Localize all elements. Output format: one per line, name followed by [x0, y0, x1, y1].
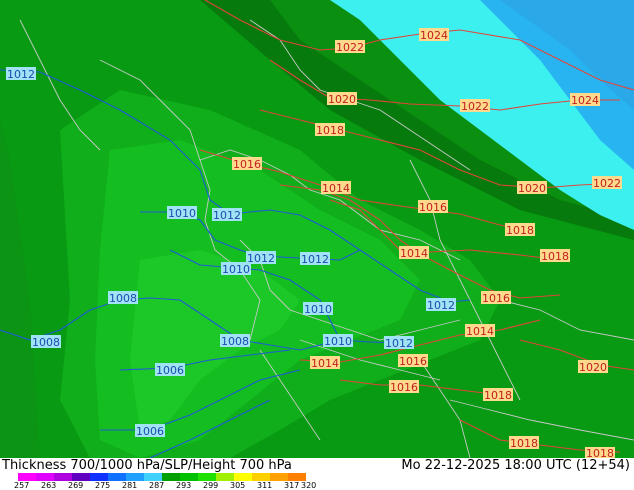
color-scale-tick-label: 293 — [176, 481, 192, 490]
slp-label-blue: 1010 — [222, 263, 250, 276]
color-scale-segment — [54, 473, 72, 481]
map-footer: Thickness 700/1000 hPa/SLP/Height 700 hP… — [0, 458, 634, 490]
slp-label-blue: 1012 — [385, 337, 413, 350]
color-scale-bar — [18, 473, 306, 481]
color-scale-segment — [36, 473, 54, 481]
color-scale-segment — [108, 473, 126, 481]
color-scale-segment — [288, 473, 306, 481]
slp-label-red: 1016 — [390, 381, 418, 394]
slp-label-blue: 1006 — [136, 425, 164, 438]
slp-label-red: 1020 — [579, 361, 607, 374]
forecast-datetime: Mo 22-12-2025 18:00 UTC (12+54) — [401, 458, 630, 473]
color-scale-tick-label: 305 — [230, 481, 246, 490]
color-scale-segment — [72, 473, 90, 481]
color-scale-segment — [234, 473, 252, 481]
slp-label-red: 1016 — [233, 158, 261, 171]
map-canvas: 1012 1010 1012 1010 1012 1012 1008 1008 … — [0, 0, 634, 458]
weather-map: 1012 1010 1012 1010 1012 1012 1008 1008 … — [0, 0, 634, 458]
slp-label-red: 1024 — [420, 29, 448, 42]
slp-label-blue: 1012 — [7, 68, 35, 81]
slp-label-red: 1018 — [586, 447, 614, 458]
slp-label-red: 1014 — [466, 325, 494, 338]
color-scale-segment — [252, 473, 270, 481]
color-scale-tick-label: 287 — [149, 481, 165, 490]
slp-label-blue: 1010 — [324, 335, 352, 348]
slp-label-blue: 1012 — [301, 253, 329, 266]
color-scale-segment — [144, 473, 162, 481]
slp-label-blue: 1006 — [156, 364, 184, 377]
slp-label-blue: 1010 — [304, 303, 332, 316]
color-scale-tick-label: 320 — [301, 481, 317, 490]
slp-label-red: 1014 — [400, 247, 428, 260]
color-scale-segment — [270, 473, 288, 481]
slp-label-red: 1022 — [336, 41, 364, 54]
slp-label-blue: 1008 — [32, 336, 60, 349]
slp-label-red: 1018 — [541, 250, 569, 263]
color-scale-tick-label: 317 — [284, 481, 300, 490]
slp-label-red: 1018 — [506, 224, 534, 237]
slp-label-red: 1014 — [311, 357, 339, 370]
slp-label-red: 1016 — [419, 201, 447, 214]
slp-label-red: 1018 — [510, 437, 538, 450]
color-scale-tick-label: 263 — [41, 481, 57, 490]
slp-label-red: 1018 — [484, 389, 512, 402]
slp-label-red: 1018 — [316, 124, 344, 137]
slp-label-red: 1014 — [322, 182, 350, 195]
slp-label-blue: 1012 — [247, 252, 275, 265]
slp-label-red: 1022 — [593, 177, 621, 190]
color-scale-segment — [18, 473, 36, 481]
color-scale-tick-label: 311 — [257, 481, 273, 490]
slp-label-red: 1020 — [328, 93, 356, 106]
slp-label-red: 1020 — [518, 182, 546, 195]
color-scale-segment — [198, 473, 216, 481]
color-scale-segment — [180, 473, 198, 481]
color-scale-tick-label: 269 — [68, 481, 84, 490]
slp-label-blue: 1010 — [168, 207, 196, 220]
color-scale-tick-label: 299 — [203, 481, 219, 490]
color-scale-tick-label: 257 — [14, 481, 30, 490]
color-scale-segment — [162, 473, 180, 481]
slp-label-blue: 1012 — [427, 299, 455, 312]
slp-label-red: 1022 — [461, 100, 489, 113]
slp-label-blue: 1008 — [109, 292, 137, 305]
slp-label-blue: 1012 — [213, 209, 241, 222]
color-scale-segment — [90, 473, 108, 481]
slp-label-red: 1016 — [482, 292, 510, 305]
color-scale-tick-label: 275 — [95, 481, 111, 490]
map-title: Thickness 700/1000 hPa/SLP/Height 700 hP… — [2, 458, 292, 473]
color-scale-tick-label: 281 — [122, 481, 138, 490]
color-scale-segment — [216, 473, 234, 481]
slp-label-red: 1024 — [571, 94, 599, 107]
slp-label-blue: 1008 — [221, 335, 249, 348]
color-scale-segment — [126, 473, 144, 481]
color-scale-labels: 257 263 269 275 281 287 293 299 305 311 317 320 — [14, 481, 334, 490]
slp-label-red: 1016 — [399, 355, 427, 368]
